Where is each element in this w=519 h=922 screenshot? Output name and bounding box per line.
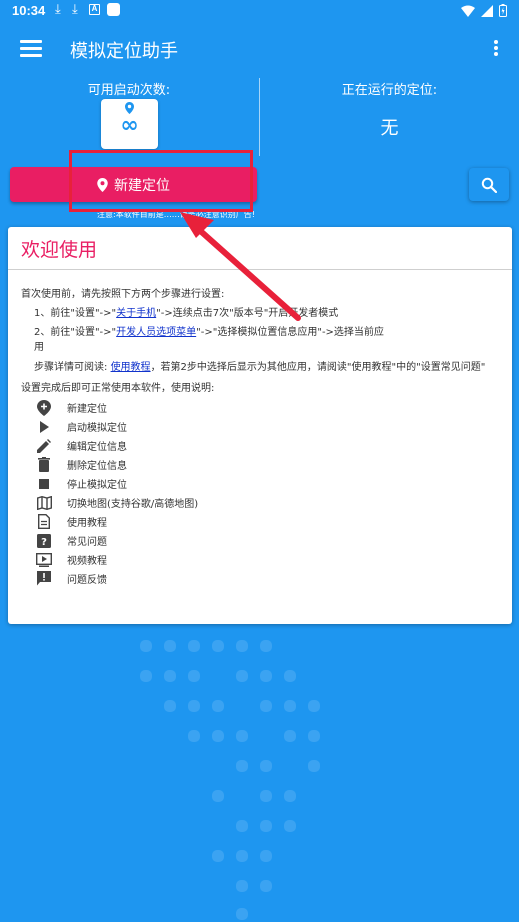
document-icon [36, 514, 52, 530]
feature-label: 新建定位 [67, 404, 107, 415]
map-icon [36, 495, 52, 511]
intro-text: 首次使用前，请先按照下方两个步骤进行设置: [21, 289, 225, 300]
launch-count-value: ∞ [120, 113, 139, 138]
play-icon [36, 419, 52, 435]
feature-item: 问题反馈 [36, 569, 107, 588]
search-icon [481, 177, 497, 193]
status-time: 10:34 [12, 3, 46, 18]
welcome-card: 欢迎使用 首次使用前，请先按照下方两个步骤进行设置: 1、前往"设置"->"关于… [8, 227, 512, 624]
feature-label: 启动模拟定位 [67, 423, 127, 434]
feature-label: 删除定位信息 [67, 461, 127, 472]
feature-item: 停止模拟定位 [36, 474, 127, 493]
feature-label: 常见问题 [67, 537, 107, 548]
running-location-label: 正在运行的定位: [341, 83, 438, 98]
delete-icon [36, 457, 52, 473]
status-bar: 10:34 A [0, 0, 519, 22]
search-button[interactable] [469, 168, 509, 201]
step-1: 1、前往"设置"->"关于手机"->连续点击7次"版本号"开启开发者模式 [34, 308, 339, 319]
feature-item: 编辑定位信息 [36, 436, 127, 455]
notification-app-icon [107, 3, 120, 16]
feature-label: 使用教程 [67, 518, 107, 529]
question-icon: ? [36, 533, 52, 549]
step-2: 2、前往"设置"->"开发人员选项菜单"->"选择模拟位置信息应用"->选择当前… [34, 327, 384, 338]
feature-item: 使用教程 [36, 512, 107, 531]
feature-item: 新建定位 [36, 398, 107, 417]
menu-icon[interactable] [20, 40, 42, 57]
about-phone-link[interactable]: 关于手机 [116, 308, 156, 319]
download-icon [55, 3, 65, 16]
feature-item: 切换地图(支持谷歌/高德地图) [36, 493, 198, 512]
step-2-continued: 用 [34, 342, 44, 353]
feature-item: 视频教程 [36, 550, 107, 569]
video-icon [36, 552, 52, 568]
feedback-icon [36, 571, 52, 587]
wifi-icon [461, 5, 475, 17]
stop-icon [36, 476, 52, 492]
signal-icon [481, 4, 493, 17]
detail-text: 步骤详情可阅读: 使用教程，若第2步中选择后显示为其他应用，请阅读"使用教程"中… [34, 362, 486, 373]
available-launches-label: 可用启动次数: [87, 83, 171, 98]
download-icon [72, 3, 82, 16]
tutorial-link[interactable]: 使用教程 [111, 362, 151, 373]
status-notification-icons: A [55, 3, 120, 16]
feature-label: 切换地图(支持谷歌/高德地图) [67, 499, 199, 510]
feature-item: 删除定位信息 [36, 455, 127, 474]
edit-icon [36, 438, 52, 454]
welcome-title: 欢迎使用 [21, 239, 98, 261]
feature-label: 停止模拟定位 [67, 480, 127, 491]
feature-label: 视频教程 [67, 556, 107, 567]
launch-count-card: ∞ [101, 99, 158, 149]
app-title: 模拟定位助手 [70, 41, 178, 62]
app-bar: 模拟定位助手 [0, 22, 519, 74]
feature-item: ? 常见问题 [36, 531, 107, 550]
more-options-icon[interactable] [493, 40, 499, 56]
notification-a-icon: A [89, 4, 100, 15]
status-system-icons [461, 4, 507, 17]
battery-icon [499, 4, 507, 17]
usage-heading: 设置完成后即可正常使用本软件，使用说明: [21, 383, 215, 394]
feature-item: 启动模拟定位 [36, 417, 127, 436]
feature-label: 编辑定位信息 [67, 442, 127, 453]
add-location-icon [36, 399, 52, 416]
running-location-value: 无 [380, 118, 399, 139]
feature-label: 问题反馈 [67, 575, 107, 586]
welcome-divider [8, 269, 512, 270]
developer-options-link[interactable]: 开发人员选项菜单 [116, 327, 196, 338]
annotation-highlight-box [69, 150, 253, 212]
svg-text:?: ? [41, 537, 47, 548]
background-pattern [140, 640, 320, 920]
